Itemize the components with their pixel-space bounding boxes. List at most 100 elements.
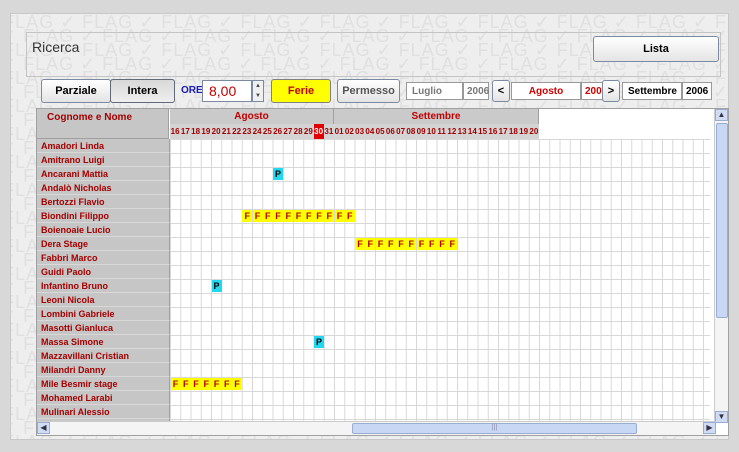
vacation-mark[interactable]: F	[447, 238, 458, 250]
scroll-up-icon[interactable]: ▲	[715, 109, 728, 121]
vacation-mark[interactable]: F	[437, 238, 447, 250]
employee-name[interactable]: Guidi Paolo	[37, 265, 170, 279]
vacation-mark[interactable]: F	[283, 210, 294, 222]
employee-name[interactable]: Boienoaie Lucio	[37, 223, 170, 237]
vacation-mark[interactable]: F	[365, 238, 376, 250]
vacation-mark[interactable]: F	[242, 210, 253, 222]
vacation-mark[interactable]: F	[355, 238, 365, 250]
day-header-cell: 08	[406, 127, 416, 136]
day-header-cell: 16	[170, 127, 180, 136]
vertical-scroll-thumb[interactable]	[716, 123, 728, 318]
permit-mark[interactable]: P	[211, 280, 222, 292]
employee-name[interactable]: Massa Simone	[37, 335, 170, 349]
employee-name[interactable]: Leoni Nicola	[37, 293, 170, 307]
day-header-cell: 20	[529, 127, 539, 136]
hours-input[interactable]: 8,00	[202, 80, 252, 102]
employee-name[interactable]: Lombini Gabriele	[37, 307, 170, 321]
vacation-mark[interactable]: F	[293, 210, 304, 222]
employee-name[interactable]: Biondini Filippo	[37, 209, 170, 223]
list-button[interactable]: Lista	[593, 36, 719, 62]
vacation-mark[interactable]: F	[170, 378, 181, 390]
employee-name[interactable]: Amadori Linda	[37, 139, 170, 153]
vacation-mark[interactable]: F	[324, 210, 335, 222]
permit-mark[interactable]: P	[273, 168, 283, 180]
employee-name[interactable]: Mulinari Alessio	[37, 405, 170, 419]
vacation-mark[interactable]: F	[385, 238, 396, 250]
day-header-cell: 01	[334, 127, 344, 136]
employee-name[interactable]: Masotti Gianluca	[37, 321, 170, 335]
employee-name[interactable]: Mohamed Larabi	[37, 391, 170, 405]
scroll-right-icon[interactable]: ▶	[703, 422, 716, 434]
attendance-grid: Cognome e Nome Agosto Settembre 16 17 18 19 2…	[36, 108, 729, 436]
employee-name[interactable]: Ancarani Mattia	[37, 167, 170, 181]
day-header-cell: 09	[416, 127, 426, 136]
search-panel-title: Ricerca	[32, 39, 80, 55]
vacation-mark[interactable]: F	[221, 378, 232, 390]
day-header-cell: 07	[396, 127, 406, 136]
vacation-mark[interactable]: F	[344, 210, 355, 222]
day-header-cell: 17	[498, 127, 508, 136]
hours-spinner[interactable]: ▲ ▼	[252, 80, 264, 102]
next-month-label: Settembre	[622, 82, 682, 100]
vacation-mark[interactable]: F	[406, 238, 417, 250]
vacation-mark[interactable]: F	[273, 210, 283, 222]
vacation-mark[interactable]: F	[416, 238, 427, 250]
full-day-button[interactable]: Intera	[110, 79, 175, 103]
attendance-cells[interactable]: PFFFFFFFFFFFFFFFFFFFFFPPFFFFFFF	[170, 139, 710, 429]
employee-name[interactable]: Mazzavillani Cristian	[37, 349, 170, 363]
next-month-button[interactable]: >	[602, 80, 620, 102]
day-header-cell: 22	[232, 127, 242, 136]
horizontal-scroll-thumb[interactable]: |||	[352, 423, 637, 434]
day-header-cell: 04	[365, 127, 375, 136]
horizontal-scrollbar[interactable]: ◀ ||| ▶	[37, 421, 716, 435]
name-column-header: Cognome e Nome	[37, 109, 169, 139]
next-year-label: 2006	[682, 82, 712, 100]
previous-month-button[interactable]: <	[492, 80, 510, 102]
vacation-mark[interactable]: F	[191, 378, 201, 390]
partial-button[interactable]: Parziale	[41, 79, 111, 103]
month-header: Agosto	[170, 109, 334, 124]
vertical-scrollbar[interactable]: ▲ ▼	[714, 109, 728, 423]
vacation-mark[interactable]: F	[201, 378, 212, 390]
day-header-cell: 24	[252, 127, 262, 136]
hours-label: ORE	[181, 85, 203, 96]
day-header-cell: 17	[180, 127, 190, 136]
day-header-cell: 23	[242, 127, 252, 136]
employee-name[interactable]: Dera Stage	[37, 237, 170, 251]
vacation-mark[interactable]: F	[232, 378, 242, 390]
vacation-mark[interactable]: F	[314, 210, 324, 222]
vacation-button[interactable]: Ferie	[271, 79, 331, 103]
day-header-cell: 20	[211, 127, 221, 136]
vacation-mark[interactable]: F	[426, 238, 437, 250]
scroll-down-icon[interactable]: ▼	[715, 411, 728, 423]
vacation-mark[interactable]: F	[303, 210, 314, 222]
previous-year-label: 2006	[463, 82, 489, 100]
day-header-cell: 03	[355, 127, 365, 136]
spin-up-icon[interactable]: ▲	[255, 83, 261, 89]
employee-name[interactable]: Milandri Danny	[37, 363, 170, 377]
spin-down-icon[interactable]: ▼	[255, 93, 261, 99]
vacation-mark[interactable]: F	[252, 210, 263, 222]
permit-button[interactable]: Permesso	[337, 79, 400, 103]
vacation-mark[interactable]: F	[262, 210, 273, 222]
employee-name[interactable]: Mile Besmir stage	[37, 377, 170, 391]
vacation-mark[interactable]: F	[180, 378, 191, 390]
employee-name[interactable]: Fabbri Marco	[37, 251, 170, 265]
scroll-left-icon[interactable]: ◀	[37, 422, 50, 434]
day-header-cell: 16	[488, 127, 498, 136]
vacation-mark[interactable]: F	[375, 238, 386, 250]
employee-name[interactable]: Andalò Nicholas	[37, 181, 170, 195]
vacation-mark[interactable]: F	[396, 238, 406, 250]
employee-name[interactable]: Infantino Bruno	[37, 279, 170, 293]
previous-month-label: Luglio	[406, 82, 463, 100]
vacation-mark[interactable]: F	[211, 378, 222, 390]
day-header-cell: 21	[221, 127, 231, 136]
permit-mark[interactable]: P	[314, 336, 324, 348]
day-header-cell: 28	[293, 127, 303, 136]
day-header-cell: 31	[324, 127, 334, 136]
employee-name[interactable]: Amitrano Luigi	[37, 153, 170, 167]
employee-name[interactable]: Bertozzi Flavio	[37, 195, 170, 209]
vacation-mark[interactable]: F	[334, 210, 345, 222]
day-header-cell: 19	[201, 127, 211, 136]
day-header-cell: 25	[262, 127, 272, 136]
